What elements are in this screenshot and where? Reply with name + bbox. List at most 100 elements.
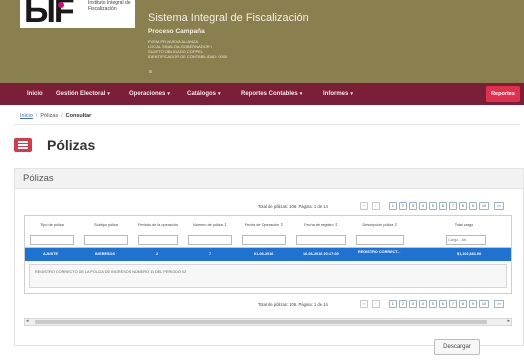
chevron-down-icon: ▾ — [107, 91, 110, 97]
chevron-down-icon: ▾ — [218, 91, 221, 97]
filter-input[interactable] — [30, 235, 74, 245]
sort-icon[interactable]: ⇕ — [280, 223, 283, 227]
row-detail: REGISTRO CORRECTO DE LA PÓLIZA DE INGRES… — [29, 264, 507, 288]
nav-item-catalogos[interactable]: Catálogos ▾ — [187, 83, 221, 105]
panel-header: Pólizas — [15, 169, 523, 189]
pager-page-button[interactable]: 4 — [419, 300, 427, 308]
filter-input[interactable]: Cargo ‑ Ab — [446, 235, 486, 245]
logo-accent — [58, 2, 64, 8]
chevron-down-icon: ▾ — [350, 91, 353, 97]
breadcrumb-polizas[interactable]: Pólizas — [40, 113, 58, 119]
cell-subtipo: INGRESOS — [95, 252, 116, 256]
chevron-down-icon: ▾ — [299, 91, 303, 97]
sort-icon[interactable]: ⇕ — [394, 223, 397, 227]
nav-item-gestion-electoral[interactable]: Gestión Electoral ▾ — [56, 83, 110, 105]
pager-next-button[interactable]: >> — [494, 202, 504, 210]
system-title: Sistema Integral de Fiscalización — [148, 12, 309, 24]
polizas-table: Tipo de póliza Subtipo póliza Periodo de… — [24, 215, 512, 294]
pager-page-button[interactable]: 5 — [429, 202, 437, 210]
pager-prev-button[interactable]: ‹ — [372, 300, 380, 308]
pager-page-button[interactable]: 5 — [429, 300, 437, 308]
pager-page-button[interactable]: 7 — [449, 202, 457, 210]
column-header[interactable]: Subtipo póliza — [82, 218, 130, 233]
pager-first-button[interactable]: « — [360, 300, 368, 308]
chevron-down-icon: ▾ — [167, 91, 170, 97]
column-header[interactable]: Número de póliza ⇕ — [186, 218, 234, 233]
panel-title: Pólizas — [23, 173, 54, 184]
pager-page-button[interactable]: 6 — [439, 202, 447, 210]
scrollbar-thumb[interactable] — [35, 320, 487, 324]
pager-page-button[interactable]: 1 — [389, 300, 397, 308]
pager-page-button[interactable]: 3 — [409, 202, 417, 210]
cell-tipo: AJUSTE — [43, 252, 58, 256]
column-header[interactable]: Tipo de póliza — [28, 218, 76, 233]
pager-page-button[interactable]: 7 — [449, 300, 457, 308]
pager-page-button[interactable]: 2 — [399, 202, 407, 210]
breadcrumb-inicio[interactable]: Inicio — [20, 113, 33, 119]
pager-page-button[interactable]: 10 — [479, 202, 489, 210]
pager-summary: Total de pólizas: 106. Página: 1 de 14 — [258, 302, 328, 307]
logo: ЬІF Instituto Integral de Fiscalización — [20, 0, 135, 28]
pager-page-button[interactable]: 9 — [469, 300, 477, 308]
cell-descripcion: REGISTRO CORRECT... — [358, 250, 401, 254]
logo-caption: Instituto Integral de Fiscalización — [88, 0, 131, 12]
cell-total-cargo: $1,102,661.00 — [457, 252, 482, 256]
column-header[interactable]: Periodo de la operación — [136, 218, 180, 233]
pager-page-button[interactable]: 6 — [439, 300, 447, 308]
nav-item-label: Operaciones — [129, 91, 166, 97]
filter-input[interactable] — [188, 235, 232, 245]
nav-item-informes[interactable]: Informes ▾ — [323, 83, 353, 105]
column-header[interactable]: Fecha de registro ⇕ — [294, 218, 348, 233]
cell-fecha-operacion: 01-06-2016 — [254, 252, 274, 256]
filter-input[interactable] — [242, 235, 286, 245]
page-title: Pólizas — [47, 137, 96, 153]
column-header[interactable]: Total cargo — [444, 218, 484, 233]
sort-icon[interactable]: ⇕ — [335, 223, 338, 227]
horizontal-scrollbar[interactable]: ◂ ▸ — [24, 318, 512, 326]
column-header[interactable]: Descripción póliza ⇕ — [354, 218, 406, 233]
pager-page-button[interactable]: 1 — [389, 202, 397, 210]
list-icon — [14, 138, 32, 152]
pager-page-button[interactable]: 2 — [399, 300, 407, 308]
scroll-right-icon[interactable]: ▸ — [507, 318, 510, 324]
cell-numero: 7 — [209, 252, 212, 256]
breadcrumb: Inicio / Pólizas / Consultar — [20, 113, 91, 119]
pager-next-button[interactable]: >> — [494, 300, 504, 308]
pager-page-button[interactable]: 3 — [409, 300, 417, 308]
filter-input[interactable] — [356, 235, 404, 245]
logo-mark: ЬІF — [24, 0, 75, 30]
header-marker: a — [149, 69, 152, 75]
breadcrumb-separator: / — [35, 113, 38, 119]
pager-first-button[interactable]: « — [360, 202, 368, 210]
pager-page-button[interactable]: 4 — [419, 202, 427, 210]
column-header[interactable]: Fecha de Operación ⇕ — [240, 218, 288, 233]
filter-input[interactable] — [296, 235, 346, 245]
account-info: FVEM-PR-NUEVA ALIANZA LOCAL SINALOA-GOBE… — [148, 39, 227, 59]
filter-input[interactable] — [84, 235, 128, 245]
cell-fecha-registro: 16-06-2016 20:17:00 — [303, 252, 339, 256]
pager-page-button[interactable]: 9 — [469, 202, 477, 210]
pager-summary: Total de pólizas: 106. Página: 1 de 14 — [258, 204, 328, 209]
nav-item-label: Gestión Electoral — [56, 91, 106, 97]
pager-page-button[interactable]: 8 — [459, 300, 467, 308]
nav-item-label: Informes — [323, 91, 349, 97]
download-button[interactable]: Descargar — [434, 339, 480, 355]
reports-button[interactable]: Reportes — [486, 86, 520, 102]
nav-item-operaciones[interactable]: Operaciones ▾ — [129, 83, 170, 105]
breadcrumb-separator: / — [61, 113, 63, 119]
nav-item-label: Catálogos — [187, 91, 217, 97]
sort-icon[interactable]: ⇕ — [224, 223, 227, 227]
account-info-line: IDENTIFICADOR DE CONTABILIDAD: 0000 — [148, 54, 228, 59]
pager-page-button[interactable]: 10 — [479, 300, 489, 308]
pager-prev-button[interactable]: ‹ — [372, 202, 380, 210]
pager-page-button[interactable]: 8 — [459, 202, 467, 210]
process-label: Proceso Campaña — [148, 28, 205, 35]
scroll-left-icon[interactable]: ◂ — [26, 318, 29, 324]
nav-item-label: Inicio — [27, 91, 43, 97]
cell-periodo: 2 — [156, 252, 159, 256]
nav-item-inicio[interactable]: Inicio — [27, 83, 43, 105]
app-header: ЬІF Instituto Integral de Fiscalización … — [0, 0, 524, 83]
nav-item-reportes-contables[interactable]: Reportes Contables ▾ — [241, 83, 302, 105]
filter-input[interactable] — [138, 235, 178, 245]
nav-item-label: Reportes Contables — [241, 91, 298, 97]
